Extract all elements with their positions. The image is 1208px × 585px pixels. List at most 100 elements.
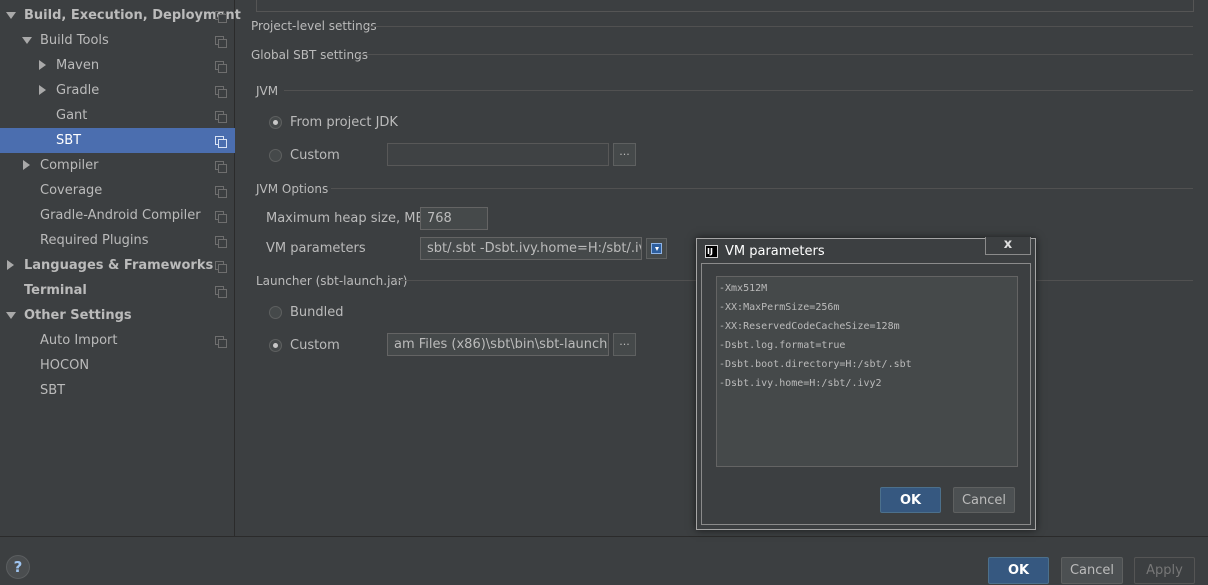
- bundled-launcher-label[interactable]: Bundled: [290, 305, 344, 320]
- chevron-down-icon[interactable]: [22, 37, 32, 44]
- project-scope-icon: [215, 186, 227, 198]
- tree-item-hocon[interactable]: HOCON: [0, 353, 235, 378]
- tree-item-auto-import[interactable]: Auto Import: [0, 328, 235, 353]
- tree-item-label: SBT: [40, 383, 66, 398]
- project-settings-frame: [256, 0, 1194, 12]
- project-scope-icon: [215, 136, 227, 148]
- project-scope-icon: [215, 11, 227, 23]
- tree-item-label: Gant: [56, 108, 88, 123]
- custom-launcher-path-input[interactable]: am Files (x86)\sbt\bin\sbt-launch.jar: [387, 333, 609, 356]
- dialog-title: VM parameters: [725, 244, 825, 259]
- vm-parameters-textarea[interactable]: -Xmx512M -XX:MaxPermSize=256m -XX:Reserv…: [716, 276, 1018, 467]
- tree-item-label: Compiler: [40, 158, 99, 173]
- tree-item-label: Maven: [56, 58, 100, 73]
- chevron-right-icon[interactable]: [7, 260, 14, 270]
- dialog-ok-button[interactable]: OK: [880, 487, 941, 513]
- tree-item-label: Gradle-Android Compiler: [40, 208, 201, 223]
- project-level-settings-title: Project-level settings: [251, 19, 377, 33]
- ok-button[interactable]: OK: [988, 557, 1049, 584]
- vm-parameters-label: VM parameters: [266, 241, 366, 256]
- project-scope-icon: [215, 336, 227, 348]
- tree-item-gradle-android-compiler[interactable]: Gradle-Android Compiler: [0, 203, 235, 228]
- custom-jdk-radio[interactable]: [269, 149, 282, 162]
- tree-item-label: Coverage: [40, 183, 103, 198]
- tree-item-label: Terminal: [24, 283, 87, 298]
- dialog-cancel-button[interactable]: Cancel: [953, 487, 1015, 513]
- dialog-button-bar: ? OK Cancel Apply: [0, 536, 1208, 585]
- from-project-jdk-label[interactable]: From project JDK: [290, 115, 398, 130]
- vm-parameter-line: -XX:MaxPermSize=256m: [719, 302, 840, 313]
- tree-item-label: Build, Execution, Deployment: [24, 8, 241, 23]
- tree-item-languages-frameworks[interactable]: Languages & Frameworks: [0, 253, 235, 278]
- tree-item-coverage[interactable]: Coverage: [0, 178, 235, 203]
- tree-item-terminal[interactable]: Terminal: [0, 278, 235, 303]
- project-scope-icon: [215, 36, 227, 48]
- tree-item-label: Build Tools: [40, 33, 109, 48]
- jvm-section-title: JVM: [256, 84, 279, 98]
- tree-item-label: SBT: [56, 133, 82, 148]
- tree-item-sbt[interactable]: SBT: [0, 128, 235, 153]
- project-scope-icon: [215, 236, 227, 248]
- bundled-launcher-radio[interactable]: [269, 306, 282, 319]
- expand-vm-parameters-button[interactable]: [646, 238, 667, 259]
- tree-item-label: HOCON: [40, 358, 90, 373]
- tree-item-label: Other Settings: [24, 308, 132, 323]
- tree-item-other-settings[interactable]: Other Settings: [0, 303, 235, 328]
- separator: [284, 90, 1193, 91]
- project-scope-icon: [215, 111, 227, 123]
- tree-item-label: Gradle: [56, 83, 100, 98]
- jvm-options-section-title: JVM Options: [256, 182, 329, 196]
- tree-item-label: Languages & Frameworks: [24, 258, 214, 273]
- max-heap-input[interactable]: 768: [420, 207, 488, 230]
- apply-button[interactable]: Apply: [1134, 557, 1195, 584]
- custom-jdk-path-input[interactable]: [387, 143, 609, 166]
- vm-parameter-line: -Xmx512M: [719, 283, 768, 294]
- chevron-down-icon[interactable]: [6, 312, 16, 319]
- chevron-right-icon[interactable]: [39, 85, 46, 95]
- project-scope-icon: [215, 286, 227, 298]
- cancel-button[interactable]: Cancel: [1061, 557, 1123, 584]
- separator: [331, 188, 1193, 189]
- vm-parameters-dialog: IJ VM parameters x -Xmx512M -XX:MaxPermS…: [696, 237, 1036, 530]
- tree-item-compiler[interactable]: Compiler: [0, 153, 235, 178]
- help-button[interactable]: ?: [6, 555, 30, 579]
- tree-item-build-tools[interactable]: Build Tools: [0, 28, 235, 53]
- settings-sidebar: Build, Execution, Deployment Build Tools…: [0, 0, 241, 536]
- vm-parameter-line: -XX:ReservedCodeCacheSize=128m: [719, 321, 900, 332]
- close-button[interactable]: x: [985, 237, 1031, 255]
- dialog-title-bar[interactable]: IJ VM parameters x: [697, 237, 1035, 263]
- custom-launcher-radio[interactable]: [269, 339, 282, 352]
- browse-jdk-button[interactable]: ...: [613, 143, 636, 166]
- custom-jdk-label[interactable]: Custom: [290, 148, 340, 163]
- expand-icon: [651, 243, 662, 254]
- vm-parameter-line: -Dsbt.ivy.home=H:/sbt/.ivy2: [719, 378, 882, 389]
- project-scope-icon: [215, 61, 227, 73]
- tree-item-required-plugins[interactable]: Required Plugins: [0, 228, 235, 253]
- vm-parameters-input[interactable]: sbt/.sbt -Dsbt.ivy.home=H:/sbt/.ivy2: [420, 237, 642, 260]
- tree-item-label: Auto Import: [40, 333, 118, 348]
- project-scope-icon: [215, 86, 227, 98]
- tree-item-sbt-other[interactable]: SBT: [0, 378, 235, 403]
- project-scope-icon: [215, 161, 227, 173]
- vm-parameter-line: -Dsbt.boot.directory=H:/sbt/.sbt: [719, 359, 912, 370]
- max-heap-label: Maximum heap size, MB: [266, 211, 425, 226]
- browse-launcher-button[interactable]: ...: [613, 333, 636, 356]
- tree-item-label: Required Plugins: [40, 233, 149, 248]
- vm-parameter-line: -Dsbt.log.format=true: [719, 340, 846, 351]
- separator: [358, 54, 1193, 55]
- tree-item-gradle[interactable]: Gradle: [0, 78, 235, 103]
- custom-launcher-label[interactable]: Custom: [290, 338, 340, 353]
- project-scope-icon: [215, 261, 227, 273]
- project-scope-icon: [215, 211, 227, 223]
- launcher-section-title: Launcher (sbt-launch.jar): [256, 274, 408, 288]
- chevron-right-icon[interactable]: [39, 60, 46, 70]
- intellij-app-icon: IJ: [705, 245, 718, 258]
- tree-item-gant[interactable]: Gant: [0, 103, 235, 128]
- chevron-down-icon[interactable]: [6, 12, 16, 19]
- from-project-jdk-radio[interactable]: [269, 116, 282, 129]
- global-sbt-settings-title: Global SBT settings: [251, 48, 368, 62]
- tree-item-build-execution-deployment[interactable]: Build, Execution, Deployment: [0, 3, 241, 28]
- tree-item-maven[interactable]: Maven: [0, 53, 235, 78]
- chevron-right-icon[interactable]: [23, 160, 30, 170]
- separator: [366, 26, 1193, 27]
